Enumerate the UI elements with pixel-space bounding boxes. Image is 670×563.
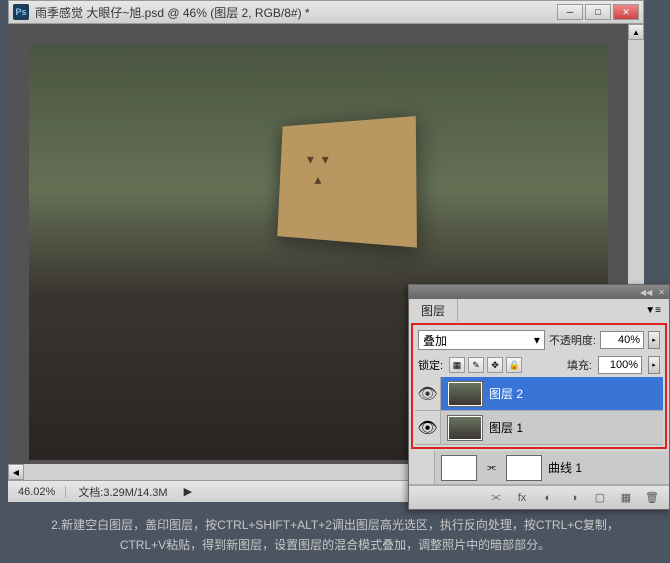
- blend-mode-value: 叠加: [423, 332, 447, 349]
- delete-layer-icon[interactable]: 🗑: [643, 489, 661, 507]
- maximize-button[interactable]: □: [585, 4, 611, 20]
- scroll-left-arrow[interactable]: ◀: [8, 464, 24, 480]
- dropdown-arrow-icon: ▾: [534, 333, 540, 347]
- layer-thumbnail[interactable]: [447, 415, 483, 441]
- panel-menu-icon[interactable]: ▼≡: [637, 305, 669, 316]
- new-layer-icon[interactable]: ▦: [617, 489, 635, 507]
- mask-thumbnail[interactable]: [506, 455, 542, 481]
- instruction-line-2: CTRL+V粘贴，得到新图层，设置图层的混合模式叠加，调整照片中的暗部部分。: [20, 535, 650, 555]
- eye-icon: 👁: [417, 384, 437, 404]
- layer-name[interactable]: 曲线 1: [548, 459, 582, 476]
- layer-group-icon[interactable]: ▢: [591, 489, 609, 507]
- link-icon: ⫘: [487, 462, 496, 473]
- scroll-up-arrow[interactable]: ▲: [628, 24, 644, 40]
- layer-name[interactable]: 图层 2: [489, 385, 523, 402]
- layer-thumbnail[interactable]: [447, 381, 483, 407]
- panel-header: ◀◀ ✕: [409, 285, 669, 299]
- opacity-input[interactable]: 40%: [600, 331, 644, 349]
- layers-panel: ◀◀ ✕ 图层 ▼≡ 叠加 ▾ 不透明度: 40% ▸ 锁定: ▦ ✎ ✥ 🔒 …: [408, 284, 670, 510]
- instruction-line-1: 2.新建空白图层，盖印图层，按CTRL+SHIFT+ALT+2调出图层高光选区，…: [20, 515, 650, 535]
- document-info: 文档:3.29M/14.3M: [66, 484, 179, 500]
- zoom-level[interactable]: 46.02%: [8, 486, 66, 498]
- visibility-toggle[interactable]: 👁: [415, 377, 441, 410]
- titlebar: Ps 雨季感觉 大眼仔~旭.psd @ 46% (图层 2, RGB/8#) *…: [8, 0, 644, 24]
- photoshop-icon: Ps: [13, 4, 29, 20]
- layer-fx-icon[interactable]: fx: [513, 489, 531, 507]
- adjustment-layer-icon[interactable]: ◑: [565, 489, 583, 507]
- lock-row: 锁定: ▦ ✎ ✥ 🔒 填充: 100% ▸: [415, 353, 663, 377]
- window-controls: ─ □ ✕: [557, 4, 639, 20]
- status-menu-arrow[interactable]: ▶: [180, 485, 196, 498]
- tab-layers[interactable]: 图层: [409, 299, 458, 322]
- blend-mode-select[interactable]: 叠加 ▾: [418, 330, 545, 350]
- lock-icons: ▦ ✎ ✥ 🔒: [449, 357, 522, 373]
- layer-item[interactable]: 👁 图层 1: [415, 411, 663, 445]
- fill-label: 填充:: [567, 357, 592, 373]
- eye-icon: 👁: [417, 418, 437, 438]
- lock-transparency-icon[interactable]: ▦: [449, 357, 465, 373]
- layer-list-continued: ⫘ 曲线 1: [409, 451, 669, 485]
- visibility-toggle[interactable]: 👁: [415, 411, 441, 444]
- panel-tabs: 图层 ▼≡: [409, 299, 669, 321]
- fill-spinner[interactable]: ▸: [648, 356, 660, 374]
- panel-close-icon[interactable]: ✕: [658, 288, 665, 297]
- lock-pixels-icon[interactable]: ✎: [468, 357, 484, 373]
- opacity-label: 不透明度:: [549, 332, 596, 348]
- adjustment-thumbnail[interactable]: [441, 455, 477, 481]
- highlighted-region: 叠加 ▾ 不透明度: 40% ▸ 锁定: ▦ ✎ ✥ 🔒 填充: 100% ▸ …: [411, 323, 667, 449]
- layer-item[interactable]: 👁 图层 2: [415, 377, 663, 411]
- layer-item[interactable]: ⫘ 曲线 1: [409, 451, 669, 485]
- link-layers-icon[interactable]: ⫘: [487, 489, 505, 507]
- visibility-toggle[interactable]: [409, 451, 435, 484]
- minimize-button[interactable]: ─: [557, 4, 583, 20]
- blend-mode-row: 叠加 ▾ 不透明度: 40% ▸: [415, 327, 663, 353]
- panel-collapse-icon[interactable]: ◀◀: [640, 288, 652, 297]
- layer-mask-icon[interactable]: ◐: [539, 489, 557, 507]
- opacity-spinner[interactable]: ▸: [648, 331, 660, 349]
- panel-footer: ⫘ fx ◐ ◑ ▢ ▦ 🗑: [409, 485, 669, 509]
- layer-list: 👁 图层 2 👁 图层 1: [415, 377, 663, 445]
- window-title: 雨季感觉 大眼仔~旭.psd @ 46% (图层 2, RGB/8#) *: [35, 4, 557, 21]
- fill-input[interactable]: 100%: [598, 356, 642, 374]
- lock-position-icon[interactable]: ✥: [487, 357, 503, 373]
- close-button[interactable]: ✕: [613, 4, 639, 20]
- layer-name[interactable]: 图层 1: [489, 419, 523, 436]
- instructions: 2.新建空白图层，盖印图层，按CTRL+SHIFT+ALT+2调出图层高光选区，…: [0, 515, 670, 555]
- lock-all-icon[interactable]: 🔒: [506, 357, 522, 373]
- lock-label: 锁定:: [418, 357, 443, 373]
